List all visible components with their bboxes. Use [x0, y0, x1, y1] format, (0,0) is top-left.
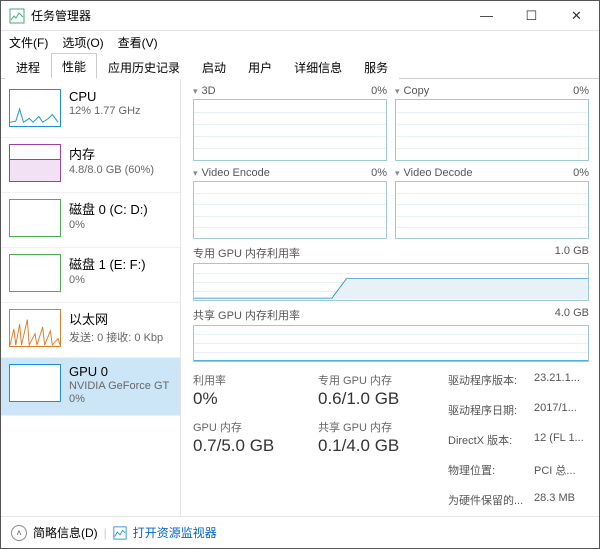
ethernet-title: 以太网 — [69, 309, 163, 328]
dedicated-max: 1.0 GB — [555, 245, 589, 261]
driver-date-k: 驱动程序日期: — [448, 402, 528, 418]
brief-info-link[interactable]: 简略信息(D) — [33, 524, 98, 541]
dedicated-label: 专用 GPU 内存利用率 — [193, 245, 300, 261]
shr-label: 共享 GPU 内存 — [318, 419, 448, 435]
chart-venc-label: Video Encode — [202, 167, 270, 179]
gpu-mem-value: 0.7/5.0 GB — [193, 436, 318, 456]
ded-label: 专用 GPU 内存 — [318, 372, 448, 388]
tab-strip: 进程 性能 应用历史记录 启动 用户 详细信息 服务 — [1, 53, 599, 79]
phys-loc-v: PCI 总... — [534, 462, 576, 478]
window-title: 任务管理器 — [31, 7, 464, 24]
chart-3d-value: 0% — [371, 85, 387, 97]
sidebar-item-memory[interactable]: 内存4.8/8.0 GB (60%) — [1, 138, 180, 193]
tab-users[interactable]: 用户 — [237, 54, 283, 79]
chevron-down-icon[interactable]: ▾ — [395, 168, 400, 179]
menu-view[interactable]: 查看(V) — [118, 34, 158, 51]
gpu0-sub: NVIDIA GeForce GT — [69, 380, 169, 392]
stats-block: 利用率0% GPU 内存0.7/5.0 GB 专用 GPU 内存0.6/1.0 … — [193, 372, 589, 512]
shared-max: 4.0 GB — [555, 307, 589, 323]
chevron-up-icon[interactable]: ˄ — [11, 525, 27, 541]
disk1-title: 磁盘 1 (E: F:) — [69, 254, 146, 273]
ded-value: 0.6/1.0 GB — [318, 389, 448, 409]
minimize-button[interactable]: — — [464, 1, 509, 31]
shared-label: 共享 GPU 内存利用率 — [193, 307, 300, 323]
content-area: CPU12% 1.77 GHz 内存4.8/8.0 GB (60%) 磁盘 0 … — [1, 79, 599, 516]
driver-ver-k: 驱动程序版本: — [448, 372, 528, 388]
separator: | — [104, 526, 107, 540]
menu-file[interactable]: 文件(F) — [9, 34, 48, 51]
cpu-title: CPU — [69, 89, 141, 104]
menu-bar: 文件(F) 选项(O) 查看(V) — [1, 31, 599, 53]
tab-startup[interactable]: 启动 — [191, 54, 237, 79]
tab-services[interactable]: 服务 — [353, 54, 399, 79]
driver-ver-v: 23.21.1... — [534, 372, 580, 388]
sidebar: CPU12% 1.77 GHz 内存4.8/8.0 GB (60%) 磁盘 0 … — [1, 79, 181, 516]
chart-3d[interactable]: ▾ 3D 0% — [193, 85, 387, 161]
driver-date-v: 2017/1... — [534, 402, 577, 418]
chart-copy-value: 0% — [573, 85, 589, 97]
chart-venc-value: 0% — [371, 167, 387, 179]
maximize-button[interactable]: ☐ — [509, 1, 554, 31]
chart-video-encode[interactable]: ▾ Video Encode 0% — [193, 167, 387, 239]
chart-copy[interactable]: ▾ Copy 0% — [395, 85, 589, 161]
chart-copy-label: Copy — [404, 85, 430, 97]
disk0-sub: 0% — [69, 219, 148, 231]
phys-loc-k: 物理位置: — [448, 462, 528, 478]
chart-video-decode[interactable]: ▾ Video Decode 0% — [395, 167, 589, 239]
chevron-down-icon[interactable]: ▾ — [193, 168, 198, 179]
disk0-title: 磁盘 0 (C: D:) — [69, 199, 148, 218]
tab-app-history[interactable]: 应用历史记录 — [97, 54, 191, 79]
memory-title: 内存 — [69, 144, 154, 163]
open-resmon-link[interactable]: 打开资源监视器 — [133, 524, 217, 541]
chevron-down-icon[interactable]: ▾ — [193, 86, 198, 97]
resmon-icon — [113, 526, 127, 540]
hw-reserve-v: 28.3 MB — [534, 492, 575, 508]
shr-value: 0.1/4.0 GB — [318, 436, 448, 456]
gpu0-sub2: 0% — [69, 393, 169, 405]
chart-vdec-value: 0% — [573, 167, 589, 179]
util-value: 0% — [193, 389, 318, 409]
chart-vdec-label: Video Decode — [404, 167, 473, 179]
util-label: 利用率 — [193, 372, 318, 388]
cpu-sub: 12% 1.77 GHz — [69, 105, 141, 117]
sidebar-item-gpu0[interactable]: GPU 0NVIDIA GeForce GT0% — [1, 358, 180, 416]
directx-v: 12 (FL 1... — [534, 432, 584, 448]
gpu-mem-label: GPU 内存 — [193, 419, 318, 435]
ethernet-sub: 发送: 0 接收: 0 Kbp — [69, 329, 163, 345]
disk1-sub: 0% — [69, 274, 146, 286]
sidebar-item-disk1[interactable]: 磁盘 1 (E: F:)0% — [1, 248, 180, 303]
sidebar-item-cpu[interactable]: CPU12% 1.77 GHz — [1, 83, 180, 138]
memory-sub: 4.8/8.0 GB (60%) — [69, 164, 154, 176]
menu-options[interactable]: 选项(O) — [62, 34, 103, 51]
close-button[interactable]: ✕ — [554, 1, 599, 31]
title-bar: 任务管理器 — ☐ ✕ — [1, 1, 599, 31]
main-panel: ▾ 3D 0% ▾ Copy 0% ▾ Video Encode 0% ▾ Video Dec… — [181, 79, 599, 516]
chart-shared-memory[interactable] — [193, 325, 589, 363]
chart-3d-label: 3D — [202, 85, 216, 97]
sidebar-item-ethernet[interactable]: 以太网发送: 0 接收: 0 Kbp — [1, 303, 180, 358]
app-icon — [9, 8, 25, 24]
tab-performance[interactable]: 性能 — [51, 53, 97, 79]
footer-bar: ˄ 简略信息(D) | 打开资源监视器 — [1, 516, 599, 548]
directx-k: DirectX 版本: — [448, 432, 528, 448]
tab-details[interactable]: 详细信息 — [283, 54, 353, 79]
hw-reserve-k: 为硬件保留的... — [448, 492, 528, 508]
gpu0-title: GPU 0 — [69, 364, 169, 379]
chart-dedicated-memory[interactable] — [193, 263, 589, 301]
chevron-down-icon[interactable]: ▾ — [395, 86, 400, 97]
sidebar-item-disk0[interactable]: 磁盘 0 (C: D:)0% — [1, 193, 180, 248]
tab-processes[interactable]: 进程 — [5, 54, 51, 79]
